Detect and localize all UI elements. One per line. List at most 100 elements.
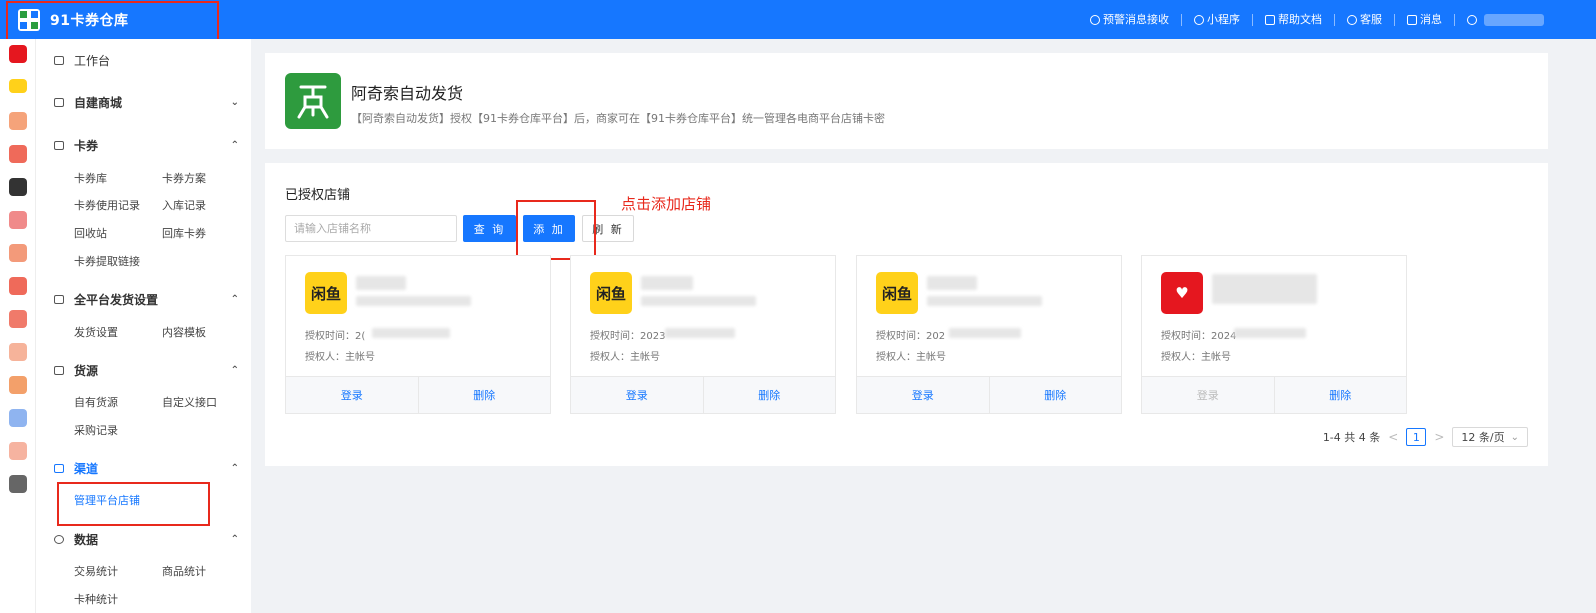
sidebar-group-delivery-settings[interactable]: 全平台发货设置 ⌃: [54, 291, 239, 308]
nav-help-docs[interactable]: 帮助文档: [1253, 13, 1335, 26]
like-icon[interactable]: [9, 277, 27, 295]
xianyu-icon[interactable]: [9, 79, 27, 93]
shop-id-blurred: [927, 296, 1042, 306]
sidebar-group-cards[interactable]: 卡券 ⌃: [54, 137, 239, 154]
auth-by: 授权人：主帐号: [590, 352, 660, 363]
chevron-up-icon: ⌃: [230, 140, 239, 151]
prev-page-icon[interactable]: <: [1388, 430, 1398, 444]
pay-icon[interactable]: [9, 475, 27, 493]
sidebar-item-workbench[interactable]: 工作台: [54, 52, 239, 69]
shop-delete-button[interactable]: 删除: [702, 377, 836, 413]
nav-label: 小程序: [1207, 12, 1240, 26]
nav-alert-receive[interactable]: 预警消息接收: [1078, 12, 1182, 26]
sidebar-item-own-supply[interactable]: 自有货源: [74, 394, 118, 410]
home-icon[interactable]: [9, 343, 27, 361]
sidebar-item-content-template[interactable]: 内容模板: [162, 324, 206, 340]
sidebar-label: 数据: [74, 533, 99, 547]
shop-icon[interactable]: [9, 145, 27, 163]
sidebar-item-card-library[interactable]: 卡券库: [74, 170, 107, 186]
nav-mini-program[interactable]: 小程序: [1182, 12, 1253, 26]
book-icon[interactable]: [9, 376, 27, 394]
auth-by: 授权人：主帐号: [1161, 352, 1231, 363]
xianyu-logo-icon: 闲鱼: [590, 272, 632, 314]
shop-login-button[interactable]: 登录: [286, 377, 418, 413]
sidebar-item-trade-stats[interactable]: 交易统计: [74, 563, 118, 579]
add-button-highlight-box: [516, 200, 596, 260]
sidebar-item-delivery-setting[interactable]: 发货设置: [74, 324, 118, 340]
shop-login-button[interactable]: 登录: [857, 377, 989, 413]
mall-icon: [54, 98, 64, 107]
page-scrollbar[interactable]: [1564, 39, 1596, 613]
xianyu-logo-icon: 闲鱼: [876, 272, 918, 314]
shop-card: 闲鱼 授权时间：2( 授权人：主帐号 登录 删除: [285, 255, 551, 414]
headset-icon: [1347, 14, 1357, 25]
platform-icon-rail: [0, 39, 36, 613]
shop-search-input[interactable]: [285, 215, 457, 242]
sidebar-group-mall[interactable]: 自建商城 ⌄: [54, 94, 239, 111]
shop-delete-button[interactable]: 删除: [1273, 377, 1407, 413]
settings-icon: [54, 295, 64, 304]
nav-label: 预警消息接收: [1103, 12, 1169, 26]
sidebar-item-stock-in[interactable]: 入库记录: [162, 197, 206, 213]
house-icon[interactable]: [9, 442, 27, 460]
shop-card: ♥ 授权时间：2024 授权人：主帐号 登录 删除: [1141, 255, 1407, 414]
aqisuo-logo-icon: [285, 73, 341, 129]
sidebar-item-custom-api[interactable]: 自定义接口: [162, 394, 217, 410]
shop-card: 闲鱼 授权时间：202 授权人：主帐号 登录 删除: [856, 255, 1122, 414]
sidebar-label: 工作台: [74, 54, 111, 68]
sidebar-item-recycle-bin[interactable]: 回收站: [74, 225, 107, 241]
xianyu-logo-icon: 闲鱼: [305, 272, 347, 314]
shop-name-blurred: [927, 276, 977, 290]
sidebar-label: 货源: [74, 364, 99, 378]
monitor-icon: [54, 56, 64, 65]
app-title: 阿奇索自动发货: [351, 84, 464, 103]
link-icon[interactable]: [9, 409, 27, 427]
store-icon[interactable]: [9, 310, 27, 328]
taobao-icon[interactable]: [9, 112, 27, 130]
sidebar-group-data[interactable]: 数据 ⌃: [54, 531, 239, 548]
auth-by: 授权人：主帐号: [876, 352, 946, 363]
sidebar-item-card-type-stats[interactable]: 卡种统计: [74, 591, 118, 607]
nav-user[interactable]: [1455, 13, 1556, 26]
card-icon: [54, 141, 64, 150]
section-title: 已授权店铺: [285, 188, 351, 203]
document-icon: [1265, 14, 1275, 25]
sidebar-item-returned-cards[interactable]: 回库卡券: [162, 225, 206, 241]
chevron-up-icon: ⌃: [230, 365, 239, 376]
shop-login-button[interactable]: 登录: [571, 377, 703, 413]
chevron-down-icon: ⌄: [1510, 431, 1519, 443]
mini-program-icon: [1194, 14, 1204, 25]
sidebar-item-card-plan[interactable]: 卡券方案: [162, 170, 206, 186]
nav-customer-service[interactable]: 客服: [1335, 13, 1395, 26]
sidebar-item-purchase-records[interactable]: 采购记录: [74, 422, 118, 438]
nav-messages[interactable]: 消息: [1395, 12, 1455, 26]
auth-time: 授权时间：2023: [590, 331, 666, 342]
chart-pie-icon: [54, 535, 64, 544]
shop-actions: 登录 删除: [571, 376, 835, 413]
app-description: 【阿奇索自动发货】授权【91卡券仓库平台】后，商家可在【91卡券仓库平台】统一管…: [351, 112, 885, 125]
nav-label: 消息: [1420, 12, 1442, 26]
page-size-select[interactable]: 12 条/页 ⌄: [1452, 427, 1528, 447]
auth-time: 授权时间：202: [876, 331, 946, 342]
sidebar-item-product-stats[interactable]: 商品统计: [162, 563, 206, 579]
auth-by: 授权人：主帐号: [305, 352, 375, 363]
pagination-summary: 1-4 共 4 条: [1322, 431, 1381, 444]
sidebar-label: 自建商城: [74, 96, 123, 110]
sidebar-item-extract-link[interactable]: 卡券提取链接: [74, 253, 140, 269]
bell-icon: [1090, 14, 1100, 25]
sidebar-group-channel[interactable]: 渠道 ⌃: [54, 460, 239, 477]
next-page-icon[interactable]: >: [1434, 430, 1444, 444]
query-button[interactable]: 查 询: [463, 215, 516, 242]
shop-delete-button[interactable]: 删除: [988, 377, 1122, 413]
shop-actions: 登录 删除: [286, 376, 550, 413]
douyin-icon[interactable]: [9, 178, 27, 196]
shop-delete-button[interactable]: 删除: [417, 377, 551, 413]
pdd-icon[interactable]: [9, 45, 27, 63]
sidebar-group-supply[interactable]: 货源 ⌃: [54, 362, 239, 379]
coupon-icon[interactable]: [9, 211, 27, 229]
auth-time: 授权时间：2024: [1161, 331, 1237, 342]
sidebar-item-card-usage[interactable]: 卡券使用记录: [74, 197, 140, 213]
page-number-current[interactable]: 1: [1406, 428, 1427, 446]
grid-icon[interactable]: [9, 244, 27, 262]
shop-login-button[interactable]: 登录: [1142, 377, 1274, 413]
